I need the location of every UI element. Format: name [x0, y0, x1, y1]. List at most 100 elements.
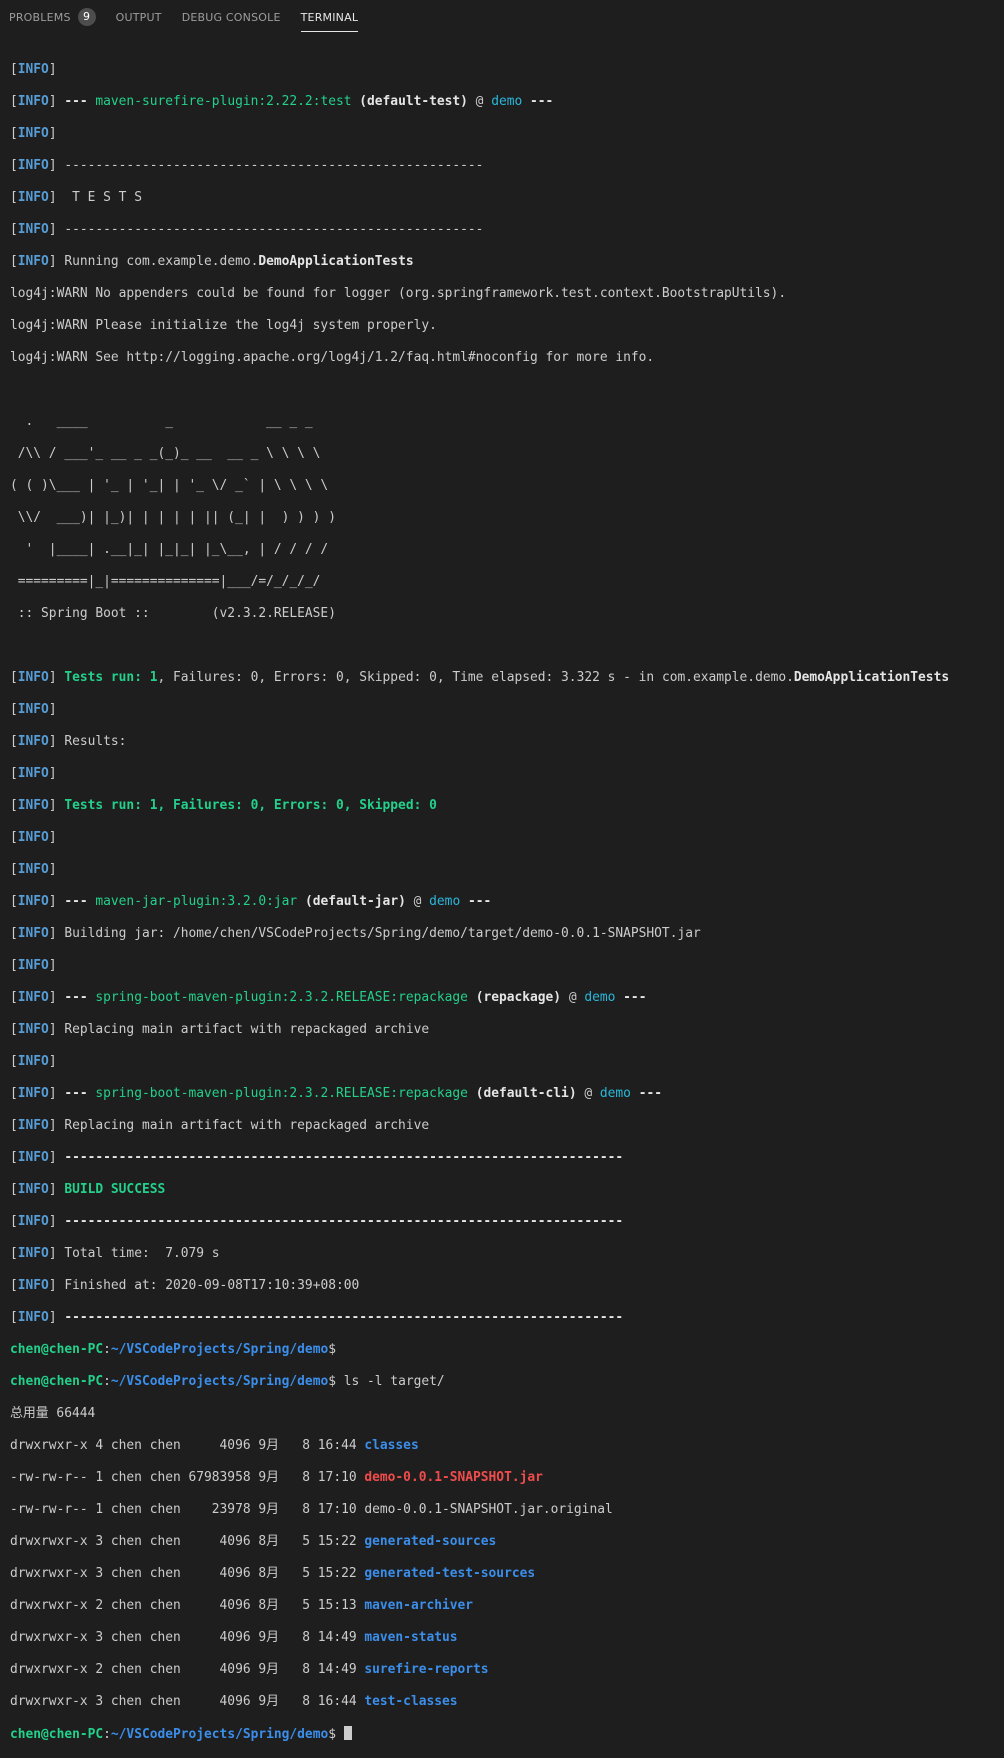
info-tag: INFO — [17, 1150, 49, 1165]
info-tag: INFO — [17, 222, 49, 237]
build-status: BUILD SUCCESS — [64, 1182, 166, 1197]
info-tag: INFO — [17, 1118, 49, 1133]
terminal-line: [INFO] --- maven-surefire-plugin:2.22.2:… — [10, 94, 554, 109]
plugin-name: maven-surefire-plugin:2.22.2:test — [95, 94, 352, 109]
terminal-line: [INFO] --- spring-boot-maven-plugin:2.3.… — [10, 1086, 662, 1101]
info-tag: INFO — [17, 1278, 49, 1293]
prompt-user: chen@chen-PC — [10, 1342, 104, 1357]
info-tag: INFO — [17, 894, 49, 909]
project-name: demo — [429, 894, 461, 909]
prompt-user: chen@chen-PC — [10, 1727, 104, 1742]
project-name: demo — [584, 990, 616, 1005]
file-listing-row: drwxrwxr-x 2 chen chen 4096 8月 5 15:13 m… — [10, 1598, 1004, 1614]
terminal-line: [INFO] --- spring-boot-maven-plugin:2.3.… — [10, 990, 647, 1005]
finished-at: Finished at: 2020-09-08T17:10:39+08:00 — [64, 1278, 360, 1293]
file-name: surefire-reports — [364, 1662, 489, 1677]
plugin-name: maven-jar-plugin:3.2.0:jar — [95, 894, 298, 909]
terminal-line: [INFO] Tests run: 1, Failures: 0, Errors… — [10, 798, 437, 813]
info-tag: INFO — [17, 830, 49, 845]
prompt-line: chen@chen-PC:~/VSCodeProjects/Spring/dem… — [10, 1342, 336, 1357]
file-listing-row: drwxrwxr-x 3 chen chen 4096 8月 5 15:22 g… — [10, 1534, 1004, 1550]
prompt-line: chen@chen-PC:~/VSCodeProjects/Spring/dem… — [10, 1374, 445, 1389]
tab-terminal[interactable]: TERMINAL — [300, 0, 359, 34]
project-name: demo — [599, 1086, 631, 1101]
banner-line: ' |____| .__|_| |_|_| |_\__, | / / / / — [10, 542, 329, 557]
banner-line: :: Spring Boot :: (v2.3.2.RELEASE) — [10, 606, 336, 621]
file-listing-row: drwxrwxr-x 3 chen chen 4096 9月 8 16:44 t… — [10, 1694, 1004, 1710]
terminal-line: [INFO] Building jar: /home/chen/VSCodePr… — [10, 926, 701, 941]
info-tag: INFO — [17, 1214, 49, 1229]
terminal-line: log4j:WARN No appenders could be found f… — [10, 286, 787, 301]
info-tag: INFO — [17, 158, 49, 173]
terminal-line: [INFO] ---------------------------------… — [10, 1150, 624, 1165]
terminal-line: [INFO] Finished at: 2020-09-08T17:10:39+… — [10, 1278, 360, 1293]
tab-problems-label: PROBLEMS — [9, 10, 71, 24]
terminal-line: 总用量 66444 — [10, 1406, 96, 1421]
info-tag: INFO — [17, 734, 49, 749]
terminal-line: [INFO] — [10, 1054, 57, 1069]
file-listing-row: drwxrwxr-x 3 chen chen 4096 8月 5 15:22 g… — [10, 1566, 1004, 1582]
tests-header: T E S T S — [64, 190, 142, 205]
file-name: demo-0.0.1-SNAPSHOT.jar — [364, 1470, 543, 1485]
terminal-output[interactable]: [INFO] [INFO] --- maven-surefire-plugin:… — [10, 46, 1004, 1758]
file-meta: drwxrwxr-x 3 chen chen 4096 8月 5 15:22 — [10, 1566, 365, 1581]
terminal-line: [INFO] ---------------------------------… — [10, 222, 484, 237]
tab-problems[interactable]: PROBLEMS 9 — [9, 0, 96, 34]
separator: ----------------------------------------… — [64, 158, 484, 173]
file-meta: drwxrwxr-x 2 chen chen 4096 8月 5 15:13 — [10, 1598, 365, 1613]
info-tag: INFO — [17, 958, 49, 973]
tab-output[interactable]: OUTPUT — [116, 0, 162, 34]
prompt-path: ~/VSCodeProjects/Spring/demo — [110, 1374, 329, 1389]
terminal-line: [INFO] — [10, 766, 57, 781]
file-listing-row: drwxrwxr-x 3 chen chen 4096 9月 8 14:49 m… — [10, 1630, 1004, 1646]
file-listing-row: drwxrwxr-x 2 chen chen 4096 9月 8 14:49 s… — [10, 1662, 1004, 1678]
terminal-cursor[interactable] — [343, 1726, 352, 1740]
separator: ----------------------------------------… — [64, 222, 484, 237]
separator: ----------------------------------------… — [64, 1214, 624, 1229]
tests-run: Tests run: 1 — [64, 670, 158, 685]
command-text: ls -l target/ — [335, 1374, 445, 1389]
terminal-line: log4j:WARN Please initialize the log4j s… — [10, 318, 437, 333]
info-tag: INFO — [17, 926, 49, 941]
terminal-line: [INFO] ---------------------------------… — [10, 1310, 624, 1325]
project-name: demo — [491, 94, 523, 109]
execution-id: (repackage) — [475, 990, 562, 1005]
terminal-line: [INFO] — [10, 830, 57, 845]
plugin-name: spring-boot-maven-plugin:2.3.2.RELEASE:r… — [95, 990, 468, 1005]
running-prefix: Running com.example.demo. — [64, 254, 259, 269]
panel-tab-bar: PROBLEMS 9 OUTPUT DEBUG CONSOLE TERMINAL — [0, 0, 1004, 34]
file-name: generated-test-sources — [364, 1566, 536, 1581]
running-class: DemoApplicationTests — [258, 254, 414, 269]
file-listing-row: -rw-rw-r-- 1 chen chen 23978 9月 8 17:10 … — [10, 1502, 1004, 1518]
tab-terminal-label: TERMINAL — [300, 10, 359, 24]
separator: ----------------------------------------… — [64, 1150, 624, 1165]
info-tag: INFO — [17, 1182, 49, 1197]
results-label: Results: — [64, 734, 127, 749]
file-meta: drwxrwxr-x 2 chen chen 4096 9月 8 14:49 — [10, 1662, 365, 1677]
tab-debug-console[interactable]: DEBUG CONSOLE — [182, 0, 281, 34]
banner-line: /\\ / ___'_ __ _ _(_)_ __ __ _ \ \ \ \ — [10, 446, 321, 461]
separator: ----------------------------------------… — [64, 1310, 624, 1325]
terminal-line: log4j:WARN See http://logging.apache.org… — [10, 350, 655, 365]
terminal-line: [INFO] — [10, 702, 57, 717]
prompt-user: chen@chen-PC — [10, 1374, 104, 1389]
plugin-name: spring-boot-maven-plugin:2.3.2.RELEASE:r… — [95, 1086, 468, 1101]
info-tag: INFO — [17, 1246, 49, 1261]
problems-count-badge: 9 — [77, 8, 96, 26]
terminal-line: [INFO] --- maven-jar-plugin:3.2.0:jar (d… — [10, 894, 492, 909]
terminal-line: [INFO] Replacing main artifact with repa… — [10, 1022, 430, 1037]
prompt-path: ~/VSCodeProjects/Spring/demo — [110, 1342, 329, 1357]
terminal-line: [INFO] Replacing main artifact with repa… — [10, 1118, 430, 1133]
file-listing-row: drwxrwxr-x 4 chen chen 4096 9月 8 16:44 c… — [10, 1438, 1004, 1454]
replacing-msg: Replacing main artifact with repackaged … — [64, 1118, 430, 1133]
info-tag: INFO — [17, 1054, 49, 1069]
tab-debug-console-label: DEBUG CONSOLE — [181, 10, 281, 24]
terminal-line: [INFO] — [10, 862, 57, 877]
total-time: Total time: 7.079 s — [64, 1246, 220, 1261]
info-tag: INFO — [17, 94, 49, 109]
file-name: generated-sources — [364, 1534, 497, 1549]
terminal-line: [INFO] BUILD SUCCESS — [10, 1182, 166, 1197]
info-tag: INFO — [17, 1022, 49, 1037]
banner-line: ( ( )\___ | '_ | '_| | '_ \/ _` | \ \ \ … — [10, 478, 329, 493]
